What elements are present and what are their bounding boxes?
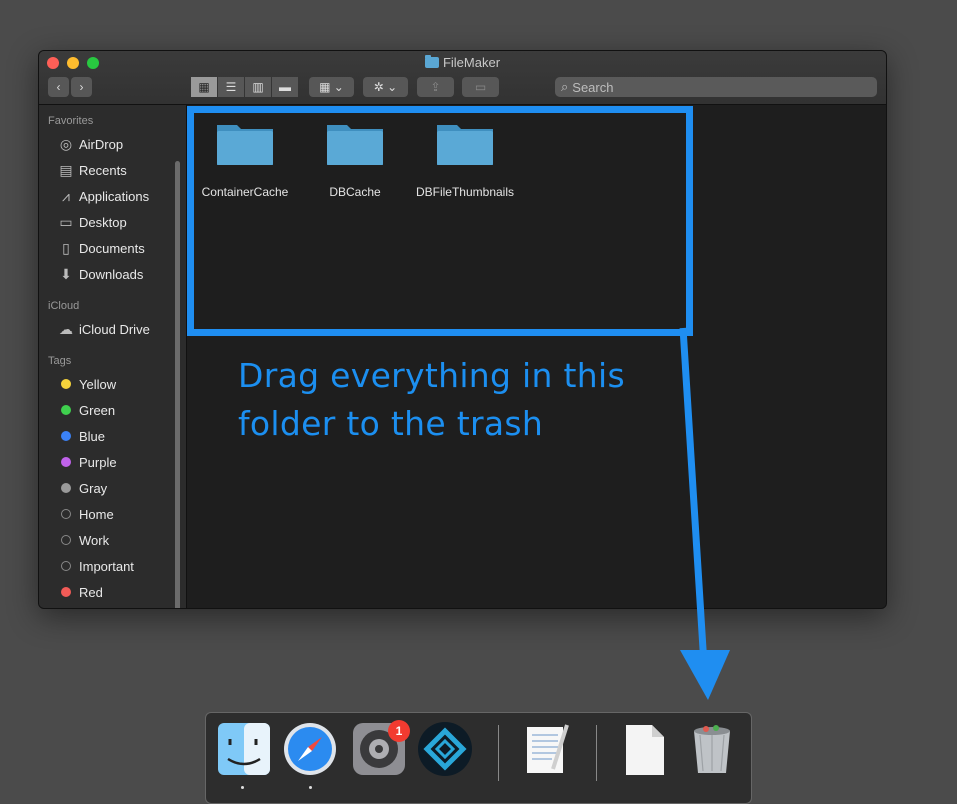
document-icon[interactable] [616, 721, 672, 777]
dock-separator [498, 725, 499, 781]
dock-separator [596, 725, 597, 781]
running-indicator [309, 786, 312, 789]
arrow-annotation [679, 327, 730, 700]
textedit-icon[interactable] [519, 721, 575, 777]
trash-icon[interactable] [684, 721, 740, 777]
arrowhead-icon [680, 650, 730, 700]
finder-icon[interactable] [216, 721, 272, 777]
dock [205, 712, 752, 804]
notification-badge: 1 [388, 720, 410, 742]
safari-icon[interactable] [282, 721, 338, 777]
running-indicator [241, 786, 244, 789]
filemaker-icon[interactable] [417, 721, 473, 777]
